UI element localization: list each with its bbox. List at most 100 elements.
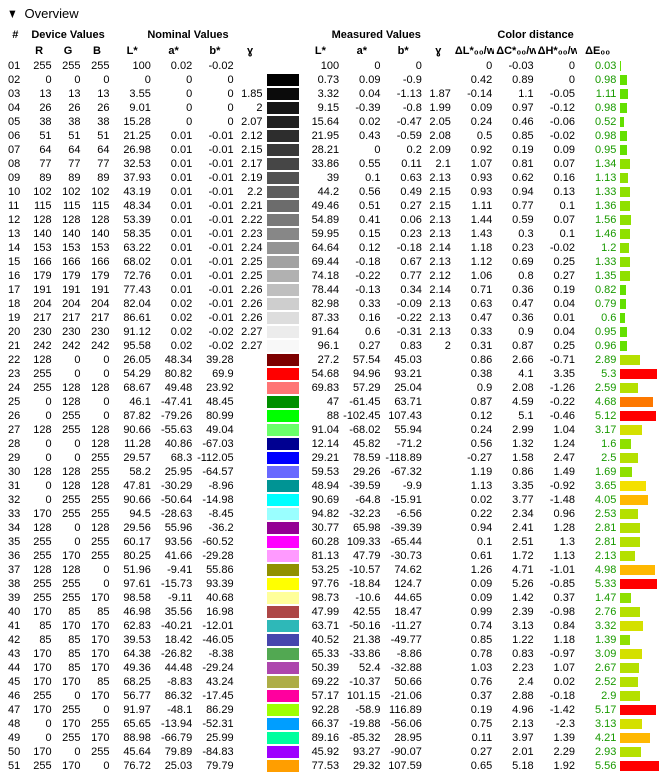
cell: -50.16 <box>341 619 382 633</box>
cell: 128 <box>83 213 112 227</box>
cell: 128 <box>25 353 54 367</box>
cell: -0.98 <box>536 605 577 619</box>
cell: 0.09 <box>536 143 577 157</box>
cell: 128 <box>54 213 83 227</box>
de-bar <box>620 75 627 85</box>
cell: 0.2 <box>382 143 423 157</box>
swatch-cell <box>265 479 300 493</box>
table-row: 3012812825558.225.95-64.5759.5329.26-67.… <box>6 465 664 479</box>
cell: -8.83 <box>153 675 194 689</box>
cell: -1.01 <box>536 563 577 577</box>
de-bar <box>620 523 640 533</box>
cell: 46 <box>6 689 25 703</box>
table-row: 47170255091.97-48.186.2992.28-58.9116.89… <box>6 703 664 717</box>
cell: 2 <box>424 339 453 353</box>
cell: 77 <box>83 157 112 171</box>
cell: 59.95 <box>300 227 341 241</box>
swatch-cell <box>265 465 300 479</box>
color-swatch <box>267 368 299 380</box>
cell: 53.25 <box>300 563 341 577</box>
cell: 95.58 <box>111 339 152 353</box>
cell: 72.76 <box>111 269 152 283</box>
de-bar <box>620 327 627 337</box>
cell: 47 <box>300 395 341 409</box>
cell: 2.26 <box>236 283 265 297</box>
section-header[interactable]: ▼ Overview <box>6 6 670 21</box>
cell: 140 <box>25 227 54 241</box>
cell: 0.99 <box>453 605 494 619</box>
cell: 0.16 <box>341 311 382 325</box>
cell: 0 <box>25 73 54 87</box>
swatch-cell <box>265 689 300 703</box>
swatch-cell <box>265 521 300 535</box>
table-row: 40170858546.9835.5616.9847.9942.5518.470… <box>6 605 664 619</box>
cell: 0.93 <box>453 171 494 185</box>
cell: 255 <box>83 507 112 521</box>
de-bar-cell <box>618 255 664 269</box>
disclosure-triangle-icon[interactable]: ▼ <box>7 6 17 21</box>
cell: 29.26 <box>341 465 382 479</box>
cell: 57.17 <box>300 689 341 703</box>
de-bar-cell <box>618 563 664 577</box>
cell: -0.18 <box>382 241 423 255</box>
cell: 2.13 <box>424 227 453 241</box>
de-value: 0.96 <box>577 339 618 353</box>
de-bar-cell <box>618 325 664 339</box>
cell: 128 <box>54 465 83 479</box>
cell: -0.9 <box>382 73 423 87</box>
cell <box>424 409 453 423</box>
cell: 89.16 <box>300 731 341 745</box>
cell: 1.22 <box>494 633 535 647</box>
cell: 86.29 <box>194 703 235 717</box>
cell: 38 <box>25 115 54 129</box>
cell: 49.48 <box>153 381 194 395</box>
cell: 51 <box>25 129 54 143</box>
cell: 78.44 <box>300 283 341 297</box>
color-swatch <box>267 354 299 366</box>
cell: 39.28 <box>194 353 235 367</box>
cell: 0.55 <box>341 157 382 171</box>
color-swatch <box>267 424 299 436</box>
cell: 191 <box>25 283 54 297</box>
cell <box>236 59 265 73</box>
cell: 2.29 <box>536 745 577 759</box>
de-bar-cell <box>618 703 664 717</box>
hdr-nominal: Nominal Values <box>111 27 264 43</box>
de-bar <box>620 467 632 477</box>
de-value: 1.33 <box>577 185 618 199</box>
cell: 68.3 <box>153 451 194 465</box>
cell: 0.31 <box>453 339 494 353</box>
cell: 0.27 <box>341 339 382 353</box>
cell: 0.23 <box>382 227 423 241</box>
cell: 0 <box>83 759 112 773</box>
de-value: 1.35 <box>577 269 618 283</box>
cell: 82.98 <box>300 297 341 311</box>
cell: 37.93 <box>111 171 152 185</box>
cell: -1.48 <box>536 493 577 507</box>
de-bar-cell <box>618 577 664 591</box>
cell: 0.43 <box>341 129 382 143</box>
cell: 0.02 <box>153 339 194 353</box>
cell: -8.45 <box>194 507 235 521</box>
cell: 2.08 <box>424 129 453 143</box>
cell: 22 <box>6 353 25 367</box>
table-row: 3625517025580.2541.66-29.2881.1347.79-30… <box>6 549 664 563</box>
cell: -9.9 <box>382 479 423 493</box>
cell: 0.01 <box>153 129 194 143</box>
de-value: 1.46 <box>577 227 618 241</box>
de-bar <box>620 383 638 393</box>
de-value: 4.98 <box>577 563 618 577</box>
color-swatch <box>267 634 299 646</box>
cell: 2.15 <box>424 185 453 199</box>
cell: 0.09 <box>453 591 494 605</box>
de-bar <box>620 439 631 449</box>
de-bar-cell <box>618 297 664 311</box>
cell: 66.37 <box>300 717 341 731</box>
table-row: 0764646426.980.01-0.012.1528.2100.22.090… <box>6 143 664 157</box>
cell: 102 <box>83 185 112 199</box>
cell: 170 <box>25 745 54 759</box>
table-row: 1516616616668.020.01-0.012.2569.44-0.180… <box>6 255 664 269</box>
cell: 102 <box>25 185 54 199</box>
cell: 68.25 <box>111 675 152 689</box>
de-value: 4.21 <box>577 731 618 745</box>
